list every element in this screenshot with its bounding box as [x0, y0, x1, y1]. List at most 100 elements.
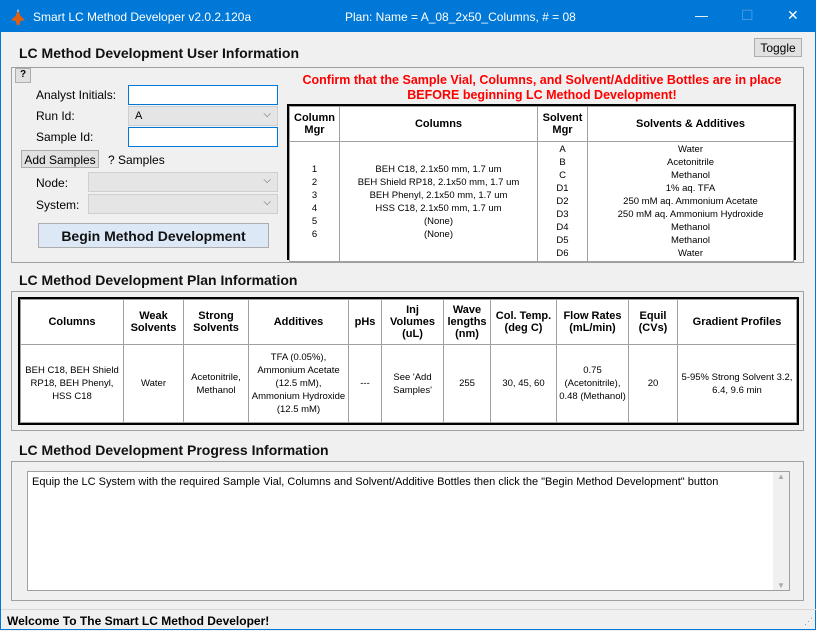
plan-cell: 0.75 (Acetonitrile), 0.48 (Methanol) [556, 344, 629, 423]
run-id-label: Run Id: [36, 109, 75, 123]
header-solvent-mgr: Solvent Mgr [537, 106, 588, 142]
chevron-down-icon: ⌵ [263, 175, 271, 186]
analyst-initials-input[interactable] [128, 85, 278, 105]
begin-method-development-button[interactable]: Begin Method Development [38, 223, 269, 248]
list-item: 250 mM aq. Ammonium Hydroxide [617, 209, 764, 220]
header-columns: Columns [339, 106, 538, 142]
chevron-down-icon: ⌵ [263, 197, 271, 208]
progress-heading: LC Method Development Progress Informati… [19, 442, 329, 458]
list-item: D3 [556, 209, 569, 220]
header-solvents: Solvents & Additives [587, 106, 794, 142]
list-item: BEH Phenyl, 2.1x50 mm, 1.7 um [369, 189, 508, 201]
list-item: 4 [311, 202, 318, 214]
node-select[interactable]: ⌵ [88, 172, 278, 192]
list-item: D5 [556, 235, 569, 246]
sample-id-label: Sample Id: [36, 130, 94, 144]
close-button[interactable]: ✕ [787, 7, 799, 24]
plan-cell: 30, 45, 60 [490, 344, 557, 423]
plan-cell: TFA (0.05%), Ammonium Acetate (12.5 mM),… [248, 344, 349, 423]
plan-header: Weak Solvents [123, 299, 184, 345]
list-item: 6 [311, 228, 318, 240]
sample-id-input[interactable] [128, 127, 278, 147]
list-item: Methanol [670, 170, 711, 181]
plan-header: Wave lengths (nm) [443, 299, 491, 345]
node-label: Node: [36, 176, 69, 190]
plan-cell: BEH C18, BEH Shield RP18, BEH Phenyl, HS… [20, 344, 124, 423]
list-item: Methanol [670, 222, 711, 233]
resize-grip-icon[interactable]: ⋰ [804, 616, 813, 627]
plan-header: pHs [348, 299, 382, 345]
plan-cell: Acetonitrile, Methanol [183, 344, 249, 423]
list-item: HSS C18, 2.1x50 mm, 1.7 um [375, 202, 502, 214]
scrollbar[interactable]: ▲ ▼ [773, 472, 789, 590]
list-item: D2 [556, 196, 569, 207]
list-item: 3 [311, 189, 318, 201]
list-item: (None) [423, 215, 454, 227]
list-item: BEH Shield RP18, 2.1x50 mm, 1.7 um [357, 176, 520, 188]
list-item: D6 [556, 248, 569, 259]
progress-text: Equip the LC System with the required Sa… [32, 476, 719, 488]
plan-header: Columns [20, 299, 124, 345]
list-item: 250 mM aq. Ammonium Acetate [623, 196, 758, 207]
list-item: 2 [311, 176, 318, 188]
add-samples-button[interactable]: Add Samples [21, 150, 99, 168]
plan-header: Col. Temp. (deg C) [490, 299, 557, 345]
plan-cell: 255 [443, 344, 491, 423]
list-item: (None) [423, 228, 454, 240]
solvent-ids-cell: A B C D1 D2 D3 D4 D5 D6 [537, 141, 588, 262]
header-column-mgr: Column Mgr [289, 106, 340, 142]
status-text: Welcome To The Smart LC Method Developer… [7, 614, 270, 628]
list-item: C [559, 170, 566, 181]
plan-header: Strong Solvents [183, 299, 249, 345]
scroll-up-icon[interactable]: ▲ [773, 472, 789, 481]
plan-cell: 20 [628, 344, 678, 423]
list-item: BEH C18, 2.1x50 mm, 1.7 um [375, 163, 502, 175]
list-item: B [559, 157, 566, 168]
plan-cell: 5-95% Strong Solvent 3.2, 6.4, 9.6 min [677, 344, 797, 423]
list-item: 1 [311, 163, 318, 175]
chevron-down-icon: ⌵ [263, 109, 271, 120]
progress-log[interactable]: Equip the LC System with the required Sa… [27, 471, 790, 591]
plan-header: Gradient Profiles [677, 299, 797, 345]
scroll-down-icon[interactable]: ▼ [773, 581, 789, 590]
plan-cell: --- [348, 344, 382, 423]
run-id-select[interactable]: A ⌵ [128, 106, 278, 126]
user-info-heading: LC Method Development User Information [19, 45, 300, 61]
plan-header: Equil (CVs) [628, 299, 678, 345]
plan-header: Flow Rates (mL/min) [556, 299, 629, 345]
minimize-button[interactable]: — [695, 8, 708, 23]
help-button[interactable]: ? [15, 68, 31, 83]
window-title: Smart LC Method Developer v2.0.2.120a [33, 10, 252, 24]
plan-info-heading: LC Method Development Plan Information [19, 272, 298, 288]
run-id-value: A [135, 110, 143, 122]
plan-title: Plan: Name = A_08_2x50_Columns, # = 08 [345, 10, 576, 24]
list-item: Acetonitrile [667, 157, 714, 168]
list-item: 1% aq. TFA [665, 183, 716, 194]
column-names-cell: BEH C18, 2.1x50 mm, 1.7 um BEH Shield RP1… [339, 141, 538, 262]
title-bar: Smart LC Method Developer v2.0.2.120a Pl… [1, 1, 816, 32]
plan-table: Columns Weak Solvents Strong Solvents Addit… [18, 297, 799, 425]
warning-message: Confirm that the Sample Vial, Columns, a… [302, 73, 782, 102]
column-ids-cell: 123456 [289, 141, 340, 262]
plan-header: Inj Volumes (uL) [381, 299, 444, 345]
list-item: A [559, 144, 566, 155]
status-bar: Welcome To The Smart LC Method Developer… [1, 609, 816, 631]
maximize-button[interactable]: ☐ [741, 7, 754, 24]
system-select[interactable]: ⌵ [88, 194, 278, 214]
plan-header: Additives [248, 299, 349, 345]
app-icon [11, 9, 25, 25]
analyst-label: Analyst Initials: [36, 88, 117, 102]
list-item: Water [678, 248, 703, 259]
toggle-button[interactable]: Toggle [754, 38, 802, 57]
plan-cell: Water [123, 344, 184, 423]
list-item: 5 [311, 215, 318, 227]
plan-cell: See 'Add Samples' [381, 344, 444, 423]
samples-count: ? Samples [108, 153, 165, 167]
list-item: Methanol [670, 235, 711, 246]
list-item: D1 [556, 183, 569, 194]
list-item: D4 [556, 222, 569, 233]
list-item: Water [678, 144, 703, 155]
system-label: System: [36, 198, 80, 212]
solvent-names-cell: Water Acetonitrile Methanol 1% aq. TFA 250 m… [587, 141, 794, 262]
setup-table: Column Mgr Columns Solvent Mgr Solvents & A… [287, 104, 796, 262]
